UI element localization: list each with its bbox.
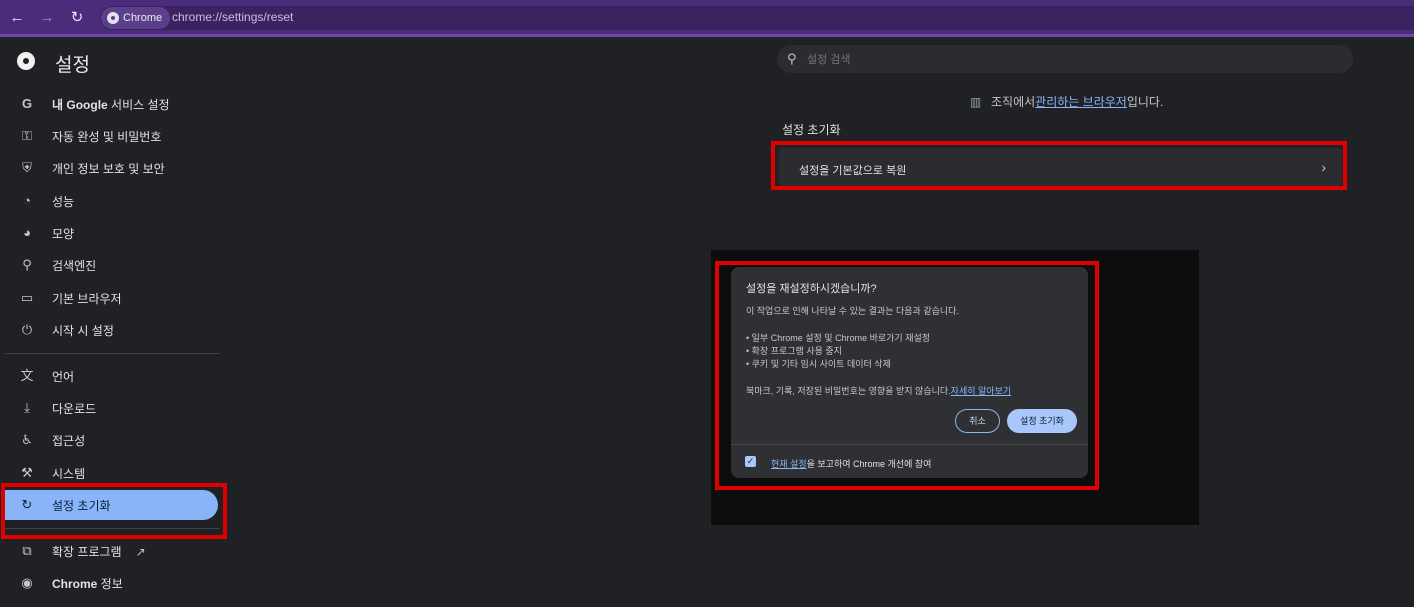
sidebar-item-extensions[interactable]: ⧉ 확장 프로그램 ↗: [0, 536, 222, 566]
search-input[interactable]: [805, 53, 1309, 67]
sidebar-item-appearance[interactable]: ◕ 모양: [0, 218, 222, 248]
download-icon: ⤓: [24, 400, 30, 415]
search-icon: ⚲: [787, 51, 797, 66]
sidebar-item-about-chrome[interactable]: ◉ Chrome 정보: [0, 568, 222, 598]
dialog-intro: 이 작업으로 인해 나타날 수 있는 결과는 다음과 같습니다.: [746, 306, 959, 316]
external-link-icon: ↗: [135, 544, 146, 559]
wrench-icon: ⚒: [21, 465, 33, 480]
sidebar-item-search-engine[interactable]: ⚲ 검색엔진: [0, 250, 222, 280]
learn-more-link[interactable]: 자세히 알아보기: [951, 386, 1011, 396]
managed-prefix: 조직에서: [991, 95, 1036, 109]
google-icon: G: [21, 96, 33, 111]
reset-icon: ↻: [21, 497, 33, 512]
chevron-right-icon: ›: [1321, 159, 1326, 175]
dialog-bullet: • 쿠키 및 기타 임시 사이트 데이터 삭제: [746, 359, 891, 369]
chrome-logo-icon: [107, 12, 119, 24]
sidebar-item-label: 언어: [52, 369, 75, 384]
sidebar-item-label: 시작 시 설정: [52, 323, 114, 338]
dialog-divider: [731, 444, 1088, 445]
sidebar-item-label: 검색엔진: [52, 258, 97, 273]
sidebar-item-languages[interactable]: 文 언어: [0, 361, 222, 391]
sidebar-item-label: 설정 초기화: [52, 498, 111, 513]
sidebar-divider: [5, 353, 220, 354]
shield-icon: ⛨: [22, 160, 32, 175]
report-settings-label: 현재 설정을 보고하여 Chrome 개선에 참여: [771, 457, 931, 470]
sidebar-item-performance[interactable]: ◔ 성능: [0, 186, 222, 216]
section-title: 설정 초기화: [782, 123, 841, 137]
sidebar-item-google-services[interactable]: G 내 Google 서비스 설정: [0, 89, 222, 119]
settings-search-box[interactable]: ⚲: [777, 45, 1353, 73]
url-text[interactable]: chrome://settings/reset: [172, 10, 293, 24]
sidebar-item-label-bold: Chrome: [52, 576, 98, 591]
sidebar-item-label: 정보: [97, 576, 123, 591]
sidebar-item-label: 다운로드: [52, 401, 97, 416]
address-bar[interactable]: [100, 6, 1414, 30]
sidebar-item-system[interactable]: ⚒ 시스템: [0, 458, 222, 488]
reload-icon[interactable]: ↻: [67, 8, 87, 28]
back-arrow-icon[interactable]: ←: [7, 8, 27, 28]
site-chip-label: Chrome: [123, 12, 163, 24]
power-icon: ⏻: [21, 322, 33, 337]
sidebar-item-label: 시스템: [52, 466, 86, 481]
sidebar-item-label: 접근성: [52, 433, 86, 448]
sidebar-divider: [5, 528, 220, 529]
report-settings-text: 을 보고하여 Chrome 개선에 참여: [806, 459, 932, 469]
site-chip[interactable]: Chrome: [101, 7, 171, 29]
forward-arrow-icon[interactable]: →: [37, 8, 57, 28]
cancel-button[interactable]: 취소: [955, 409, 1000, 433]
key-icon: ⚿: [22, 128, 32, 143]
dialog-note-text: 북마크, 기록, 저장된 비밀번호는 영향을 받지 않습니다.: [746, 386, 951, 396]
sidebar-item-label-bold: 내 Google: [52, 97, 108, 112]
accessibility-icon: ♿: [21, 432, 33, 447]
managed-browser-link[interactable]: 관리하는 브라우저: [1035, 93, 1127, 110]
palette-icon: ◕: [23, 225, 31, 240]
sidebar-item-autofill[interactable]: ⚿ 자동 완성 및 비밀번호: [0, 121, 222, 151]
dialog-bullet: • 일부 Chrome 설정 및 Chrome 바로가기 재설정: [746, 333, 931, 343]
sidebar-item-label: 성능: [52, 194, 75, 209]
sidebar-item-default-browser[interactable]: ▭ 기본 브라우저: [0, 283, 222, 313]
sidebar-item-on-startup[interactable]: ⏻ 시작 시 설정: [0, 315, 222, 345]
sidebar-item-reset-settings[interactable]: ↻ 설정 초기화: [5, 490, 218, 520]
sidebar-item-label: 기본 브라우저: [52, 291, 122, 306]
sidebar-item-privacy[interactable]: ⛨ 개인 정보 보호 및 보안: [0, 153, 222, 183]
dialog-bullet: • 확장 프로그램 사용 중지: [746, 346, 842, 356]
reset-dialog: [731, 267, 1088, 478]
sidebar-item-label: 자동 완성 및 비밀번호: [52, 129, 162, 144]
search-icon: ⚲: [22, 257, 32, 272]
reset-settings-button[interactable]: 설정 초기화: [1007, 409, 1077, 433]
translate-icon: 文: [20, 368, 34, 383]
sidebar-item-accessibility[interactable]: ♿ 접근성: [0, 425, 222, 455]
dialog-title: 설정을 재설정하시겠습니까?: [746, 283, 877, 295]
sidebar-item-label: 개인 정보 보호 및 보안: [52, 161, 165, 176]
restore-defaults-label: 설정을 기본값으로 복원: [799, 165, 907, 177]
page-title: 설정: [55, 55, 90, 76]
speedometer-icon: ◔: [23, 193, 31, 208]
managed-browser-notice: ▥ 조직에서 관리하는 브라우저 입니다.: [970, 93, 1163, 110]
sidebar-item-label: 모양: [52, 226, 75, 241]
chrome-logo-icon: [17, 52, 35, 70]
report-settings-checkbox[interactable]: ✓: [745, 456, 756, 467]
restore-defaults-row[interactable]: 설정을 기본값으로 복원 ›: [779, 148, 1342, 188]
sidebar-item-label: 확장 프로그램: [52, 544, 122, 559]
browser-window-icon: ▭: [20, 290, 34, 305]
puzzle-icon: ⧉: [22, 543, 32, 558]
building-icon: ▥: [970, 95, 982, 109]
chrome-icon: ◉: [21, 575, 33, 590]
current-settings-link[interactable]: 현재 설정: [771, 459, 807, 469]
sidebar-item-label: 서비스 설정: [107, 97, 170, 112]
managed-suffix: 입니다.: [1126, 95, 1164, 109]
sidebar-item-downloads[interactable]: ⤓ 다운로드: [0, 393, 222, 423]
dialog-note: 북마크, 기록, 저장된 비밀번호는 영향을 받지 않습니다.자세히 알아보기: [746, 384, 1011, 397]
